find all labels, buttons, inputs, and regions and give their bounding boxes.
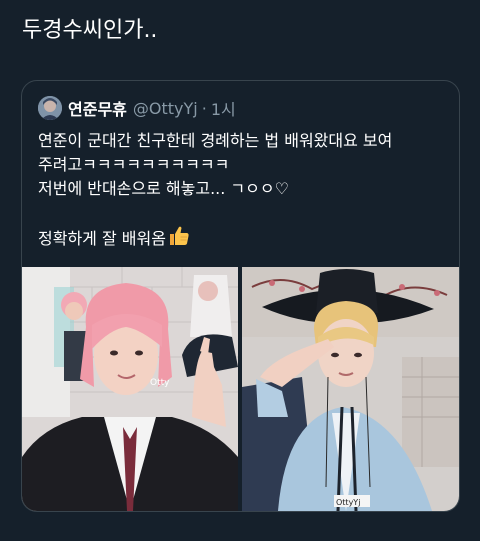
quoted-timestamp[interactable]: 1시 (211, 96, 236, 120)
avatar[interactable] (38, 96, 62, 120)
media-grid: Otty OttyYj (22, 267, 459, 511)
quoted-tweet-header: 연준무휴 @OttyYj · 1시 (38, 96, 236, 120)
quoted-tweet-body: 연준이 군대간 친구한테 경례하는 법 배워왔대요 보여 주려고ㅋㅋㅋㅋㅋㅋㅋㅋ… (38, 129, 448, 254)
quoted-line-2: 주려고ㅋㅋㅋㅋㅋㅋㅋㅋㅋㅋ (38, 155, 230, 174)
left-photo-watermark: Otty (150, 378, 170, 388)
quoted-display-name[interactable]: 연준무휴 (68, 96, 127, 120)
quoted-line-4 (38, 201, 448, 225)
right-photo-nametag: OttyYj (336, 498, 360, 507)
separator-dot: · (201, 98, 207, 118)
quoted-line-5: 정확하게 잘 배워옴 (38, 229, 166, 248)
photo-left[interactable]: Otty (22, 267, 238, 511)
quoted-line-5-wrap: 정확하게 잘 배워옴 (38, 225, 448, 254)
photo-right[interactable]: OttyYj (242, 267, 459, 511)
quoted-line-1: 연준이 군대간 친구한테 경례하는 법 배워왔대요 보여 (38, 131, 393, 150)
quoted-tweet-card[interactable]: 연준무휴 @OttyYj · 1시 연준이 군대간 친구한테 경례하는 법 배워… (21, 80, 460, 512)
quoted-line-3: 저번에 반대손으로 해놓고... ㄱㅇㅇ♡ (38, 179, 289, 198)
tweet-page: 두경수씨인가.. 연준무휴 @OttyYj · 1시 연준이 군대간 친구한테 … (0, 0, 480, 541)
quoted-handle[interactable]: @OttyYj (133, 99, 198, 118)
avatar-image (38, 96, 62, 120)
thumbs-up-icon (168, 225, 190, 254)
right-photo-image: OttyYj (242, 267, 459, 511)
tweet-text: 두경수씨인가.. (22, 18, 158, 43)
left-photo-image: Otty (22, 267, 238, 511)
